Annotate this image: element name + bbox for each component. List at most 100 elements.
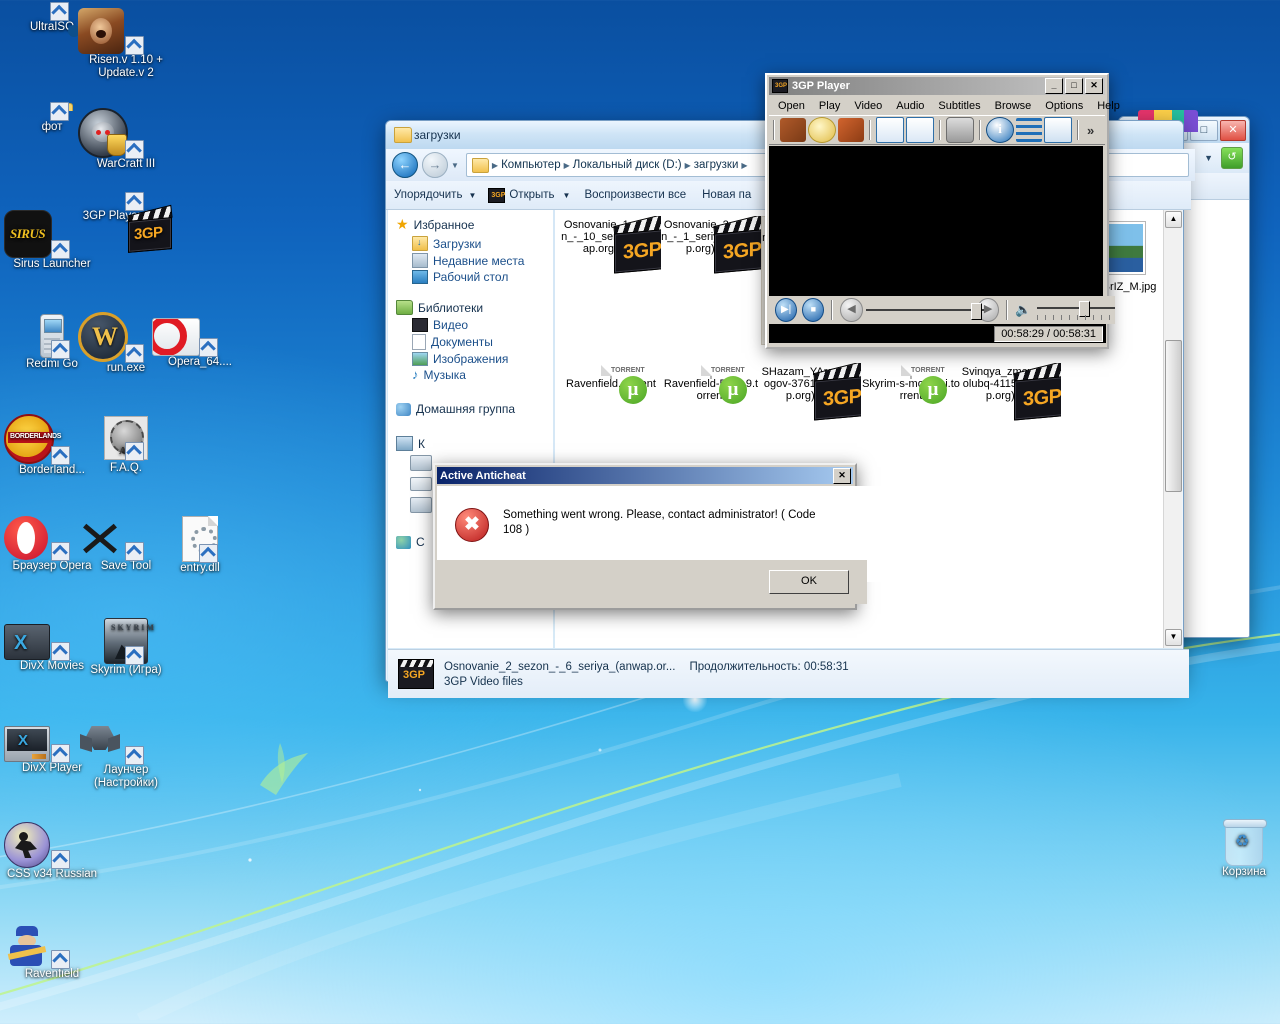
player-menubar[interactable]: Open Play Video Audio Subtitles Browse Options… bbox=[767, 97, 1120, 115]
player-toolbar[interactable]: i » bbox=[769, 115, 1105, 145]
subtitle-sync-icon[interactable] bbox=[906, 117, 934, 143]
open-file-icon[interactable] bbox=[780, 118, 806, 142]
desktop-icon bbox=[412, 270, 428, 284]
open-folder-icon[interactable] bbox=[838, 118, 864, 142]
faq-icon: A.Q. bbox=[78, 416, 174, 461]
player-menu-video[interactable]: Video bbox=[847, 99, 889, 113]
shortcut-overlay-icon bbox=[125, 746, 144, 765]
forward-button[interactable]: → bbox=[422, 152, 448, 178]
mute-button[interactable]: 🔈 bbox=[1015, 302, 1031, 318]
player-menu-audio[interactable]: Audio bbox=[889, 99, 931, 113]
desktop-icon-launcher[interactable]: Лаунчер (Настройки) bbox=[78, 720, 174, 790]
file-item[interactable]: 3GP Osnovanie_1_sezon_-_10_seriya_(anwap.… bbox=[561, 216, 661, 343]
organize-button[interactable]: Упорядочить bbox=[394, 189, 462, 201]
seek-slider[interactable] bbox=[865, 301, 984, 320]
nav-item-music[interactable]: ♪ Музыка bbox=[412, 368, 553, 382]
open-button[interactable]: Открыть bbox=[509, 189, 554, 201]
nav-item-drive-d[interactable] bbox=[410, 477, 432, 491]
player-maximize-button[interactable]: □ bbox=[1065, 78, 1083, 94]
nav-group-libraries[interactable]: Библиотеки bbox=[396, 300, 553, 315]
volume-slider[interactable] bbox=[1037, 300, 1116, 320]
explorer-vertical-scrollbar[interactable]: ▲ ▼ bbox=[1163, 210, 1182, 648]
player-menu-browse[interactable]: Browse bbox=[988, 99, 1039, 113]
desktop-icon-label: CSS v34 Russian bbox=[6, 868, 98, 880]
player-menu-play[interactable]: Play bbox=[812, 99, 847, 113]
breadcrumb-item-0[interactable]: Компьютер bbox=[501, 159, 561, 171]
scroll-up-button[interactable]: ▲ bbox=[1165, 211, 1182, 228]
desktop-icon-css[interactable]: CSS v34 Russian bbox=[4, 822, 100, 881]
playlist-icon[interactable] bbox=[1016, 118, 1042, 142]
desktop-icon-3gp[interactable]: 3GP 3GP Player 2011 bbox=[78, 192, 174, 253]
scroll-down-button[interactable]: ▼ bbox=[1165, 629, 1182, 646]
player-video-surface[interactable] bbox=[769, 146, 1103, 296]
nav-item-desktop[interactable]: Рабочий стол bbox=[412, 270, 553, 284]
breadcrumb-item-2[interactable]: загрузки bbox=[694, 159, 739, 171]
folder-icon bbox=[394, 127, 412, 143]
player-minimize-button[interactable]: _ bbox=[1045, 78, 1063, 94]
desktop-icon-risen[interactable]: Risen.v 1.10 + Update.v 2 bbox=[78, 8, 174, 80]
nav-item-recent[interactable]: Недавние места bbox=[412, 253, 553, 268]
player-menu-options[interactable]: Options bbox=[1038, 99, 1090, 113]
desktop-icon-label: Лаунчер (Настройки) bbox=[93, 764, 159, 789]
dialog-titlebar[interactable]: Active Anticheat ✕ bbox=[437, 467, 853, 484]
desktop-icon-label: WarCraft III bbox=[96, 158, 156, 170]
back-button[interactable]: ← bbox=[392, 152, 418, 178]
nav-item-video[interactable]: Видео bbox=[412, 318, 553, 332]
nav-group-favorites[interactable]: ★ Избранное bbox=[396, 216, 553, 233]
nav-item-downloads[interactable]: ↓ Загрузки bbox=[412, 236, 553, 251]
dialog-close-button[interactable]: ✕ bbox=[833, 467, 851, 484]
breadcrumb-item-1[interactable]: Локальный диск (D:) bbox=[573, 159, 682, 171]
open-disc-icon[interactable] bbox=[808, 117, 836, 143]
desktop-icon-label: Корзина bbox=[1222, 866, 1266, 878]
stop-button[interactable]: ■ bbox=[802, 298, 825, 322]
desktop-icon-skyrim[interactable]: SKYRIM Skyrim (Игра) bbox=[78, 618, 174, 677]
nav-group-computer[interactable]: К bbox=[396, 436, 553, 451]
refresh-icon[interactable]: ↺ bbox=[1221, 147, 1243, 169]
play-all-button[interactable]: Воспроизвести все bbox=[584, 189, 686, 201]
desktop-icon-faq[interactable]: A.Q.F.A.Q. bbox=[78, 414, 174, 475]
homegroup-icon bbox=[396, 402, 411, 416]
shortcut-overlay-icon bbox=[51, 340, 70, 359]
toolbar-overflow-button[interactable]: » bbox=[1087, 123, 1094, 138]
info-icon[interactable]: i bbox=[986, 117, 1014, 143]
player-controlbar[interactable]: ▶| ■ ◀ ▶ 🔈 bbox=[769, 296, 1116, 324]
player-close-button[interactable]: ✕ bbox=[1085, 78, 1103, 94]
shortcut-overlay-icon bbox=[125, 442, 144, 461]
snapshot-icon[interactable] bbox=[946, 117, 974, 143]
nav-item-pictures[interactable]: Изображения bbox=[412, 352, 553, 366]
explorer-details-pane: 3GP Osnovanie_2_sezon_-_6_seriya_(anwap.… bbox=[388, 649, 1189, 698]
file-item[interactable]: 3GP Osnovanie_2_sezon_-_1_seriya_(anwap.o… bbox=[661, 216, 761, 343]
shortcut-overlay-icon bbox=[199, 544, 218, 563]
nav-item-drive-c[interactable] bbox=[410, 455, 432, 471]
chevron-down-icon[interactable]: ▼ bbox=[1204, 153, 1213, 163]
dialog-ok-button[interactable]: OK bbox=[769, 570, 849, 594]
player-menu-open[interactable]: Open bbox=[771, 99, 812, 113]
nav-item-dvd-drive[interactable] bbox=[410, 497, 432, 513]
file-item[interactable]: µ TORRENT Skyrim-s-modami.torrent bbox=[861, 363, 961, 490]
player-menu-help[interactable]: Help bbox=[1090, 99, 1127, 113]
settings-icon[interactable] bbox=[1044, 117, 1072, 143]
desktop-icon-dll[interactable]: entry.dll bbox=[152, 516, 248, 575]
player-window[interactable]: 3GP 3GP Player _ □ ✕ Open Play Video Audio S… bbox=[765, 73, 1120, 349]
desktop-icon-operasetup[interactable]: Opera_64.... bbox=[152, 312, 248, 369]
player-menu-subtitles[interactable]: Subtitles bbox=[931, 99, 987, 113]
desktop-icon-ravenfield[interactable]: Ravenfield bbox=[4, 924, 100, 981]
open-chevron-icon[interactable]: ▼ bbox=[563, 191, 571, 200]
play-button[interactable]: ▶| bbox=[775, 298, 798, 322]
file-item[interactable]: 3GP Svinqya_zmeya_i_golubq-41154_(anwap.o… bbox=[961, 363, 1061, 490]
shortcut-overlay-icon bbox=[199, 338, 218, 357]
seek-thumb[interactable] bbox=[970, 303, 982, 320]
background-close-button[interactable]: ✕ bbox=[1220, 120, 1246, 141]
subtitle-icon[interactable] bbox=[876, 117, 904, 143]
desktop-icon-warcraft[interactable]: WarCraft III bbox=[78, 108, 174, 171]
history-dropdown[interactable]: ▼ bbox=[451, 161, 459, 170]
nav-item-documents[interactable]: Документы bbox=[412, 334, 553, 350]
organize-chevron-icon[interactable]: ▼ bbox=[468, 191, 476, 200]
scroll-thumb[interactable] bbox=[1165, 340, 1182, 492]
new-folder-button[interactable]: Новая па bbox=[702, 189, 751, 201]
desktop-icon-recyclebin[interactable]: ♻ Корзина bbox=[1196, 819, 1280, 879]
player-titlebar[interactable]: 3GP 3GP Player _ □ ✕ bbox=[769, 77, 1105, 95]
nav-group-homegroup[interactable]: Домашняя группа bbox=[396, 402, 553, 416]
anticheat-dialog[interactable]: Active Anticheat ✕ ✖ Something went wron… bbox=[433, 463, 881, 610]
seek-back-button[interactable]: ◀ bbox=[840, 298, 863, 322]
